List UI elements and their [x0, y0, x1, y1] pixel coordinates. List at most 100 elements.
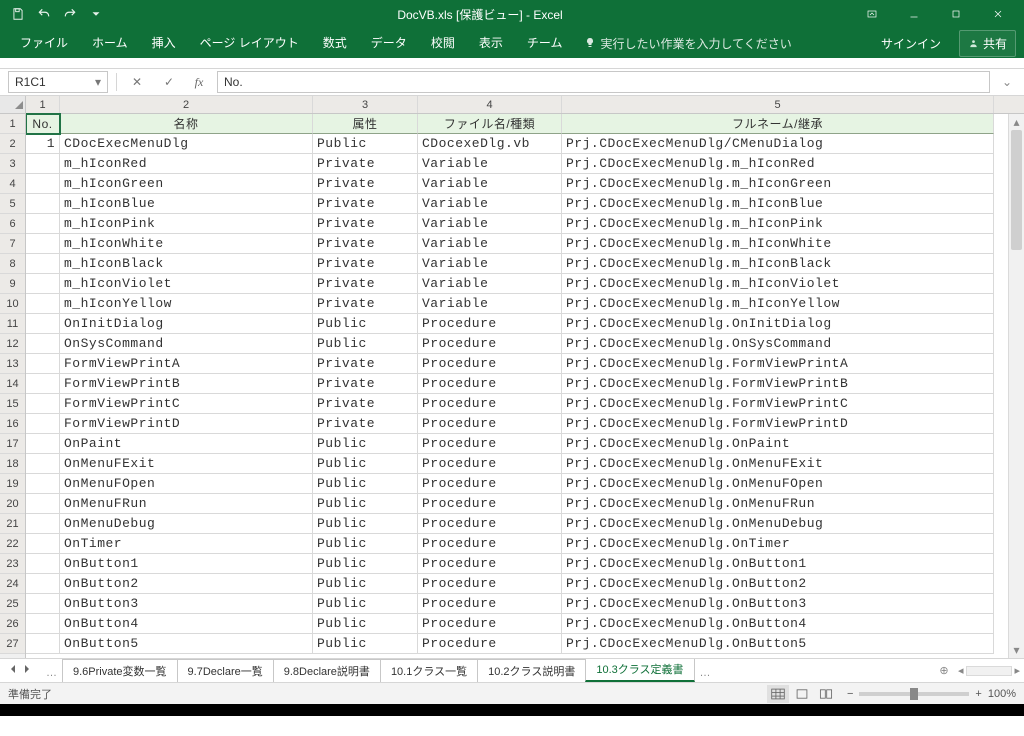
row-header[interactable]: 12: [0, 334, 25, 354]
cell[interactable]: Public: [313, 534, 418, 554]
cell[interactable]: [26, 414, 60, 434]
cell[interactable]: [26, 614, 60, 634]
cell[interactable]: [26, 634, 60, 654]
cell[interactable]: Prj.CDocExecMenuDlg.m_hIconBlack: [562, 254, 994, 274]
cell[interactable]: Variable: [418, 154, 562, 174]
row-header[interactable]: 24: [0, 574, 25, 594]
row-header[interactable]: 9: [0, 274, 25, 294]
cell[interactable]: [26, 474, 60, 494]
undo-button[interactable]: [32, 3, 56, 25]
minimize-button[interactable]: [894, 1, 934, 27]
cell[interactable]: [26, 214, 60, 234]
cell[interactable]: Procedure: [418, 514, 562, 534]
cell[interactable]: Prj.CDocExecMenuDlg/CMenuDialog: [562, 134, 994, 154]
cell[interactable]: m_hIconBlue: [60, 194, 313, 214]
cell[interactable]: Procedure: [418, 494, 562, 514]
page-break-view-button[interactable]: [815, 685, 837, 703]
cell[interactable]: Prj.CDocExecMenuDlg.OnButton4: [562, 614, 994, 634]
cell[interactable]: 1: [26, 134, 60, 154]
cell[interactable]: [26, 534, 60, 554]
row-header[interactable]: 4: [0, 174, 25, 194]
cell[interactable]: Public: [313, 474, 418, 494]
header-cell[interactable]: 属性: [313, 114, 418, 134]
row-header[interactable]: 14: [0, 374, 25, 394]
cell[interactable]: Prj.CDocExecMenuDlg.m_hIconGreen: [562, 174, 994, 194]
save-button[interactable]: [6, 3, 30, 25]
cell[interactable]: Private: [313, 274, 418, 294]
new-sheet-button[interactable]: ⊕: [934, 659, 954, 682]
cell[interactable]: OnMenuDebug: [60, 514, 313, 534]
scroll-left-icon[interactable]: ◂: [958, 664, 964, 677]
cell[interactable]: [26, 554, 60, 574]
ribbon-display-button[interactable]: [852, 1, 892, 27]
column-header[interactable]: 3: [313, 96, 418, 113]
cell[interactable]: [26, 254, 60, 274]
cell[interactable]: Public: [313, 594, 418, 614]
scroll-down-icon[interactable]: ▾: [1009, 642, 1024, 658]
cell[interactable]: [26, 194, 60, 214]
cell[interactable]: CDocExecMenuDlg: [60, 134, 313, 154]
formula-input[interactable]: No.: [217, 71, 990, 93]
sheet-tab[interactable]: 9.7Declare一覧: [177, 659, 274, 682]
row-header[interactable]: 11: [0, 314, 25, 334]
zoom-in-button[interactable]: +: [975, 688, 981, 700]
cell[interactable]: m_hIconGreen: [60, 174, 313, 194]
name-box[interactable]: R1C1 ▾: [8, 71, 108, 93]
cell[interactable]: m_hIconBlack: [60, 254, 313, 274]
cell[interactable]: Variable: [418, 194, 562, 214]
enter-formula-button[interactable]: ✓: [157, 71, 181, 93]
row-header[interactable]: 15: [0, 394, 25, 414]
scrollbar-track[interactable]: [1009, 130, 1024, 642]
sheet-tab-more-left[interactable]: …: [40, 664, 63, 682]
sheet-prev-button[interactable]: [8, 664, 18, 677]
row-header[interactable]: 17: [0, 434, 25, 454]
cell[interactable]: Private: [313, 354, 418, 374]
header-cell[interactable]: No.: [26, 114, 60, 134]
cell[interactable]: Prj.CDocExecMenuDlg.OnButton5: [562, 634, 994, 654]
cell[interactable]: OnButton3: [60, 594, 313, 614]
cell[interactable]: OnMenuFOpen: [60, 474, 313, 494]
row-header[interactable]: 6: [0, 214, 25, 234]
row-header[interactable]: 5: [0, 194, 25, 214]
cell[interactable]: FormViewPrintC: [60, 394, 313, 414]
sheet-tab[interactable]: 10.1クラス一覧: [380, 659, 478, 682]
row-header[interactable]: 3: [0, 154, 25, 174]
cancel-formula-button[interactable]: ✕: [125, 71, 149, 93]
row-header[interactable]: 16: [0, 414, 25, 434]
cell[interactable]: Private: [313, 174, 418, 194]
page-layout-view-button[interactable]: [791, 685, 813, 703]
row-header[interactable]: 19: [0, 474, 25, 494]
cell[interactable]: [26, 174, 60, 194]
column-header[interactable]: 2: [60, 96, 313, 113]
cell[interactable]: [26, 494, 60, 514]
cell[interactable]: Prj.CDocExecMenuDlg.m_hIconYellow: [562, 294, 994, 314]
row-header[interactable]: 7: [0, 234, 25, 254]
cell[interactable]: Procedure: [418, 374, 562, 394]
cell[interactable]: Procedure: [418, 474, 562, 494]
cell[interactable]: Prj.CDocExecMenuDlg.m_hIconBlue: [562, 194, 994, 214]
cell[interactable]: [26, 234, 60, 254]
zoom-slider[interactable]: [859, 692, 969, 696]
cell[interactable]: Private: [313, 414, 418, 434]
cell[interactable]: Private: [313, 194, 418, 214]
cell[interactable]: Public: [313, 334, 418, 354]
row-header[interactable]: 27: [0, 634, 25, 654]
cell[interactable]: Prj.CDocExecMenuDlg.m_hIconWhite: [562, 234, 994, 254]
cell[interactable]: Public: [313, 514, 418, 534]
scroll-up-icon[interactable]: ▴: [1009, 114, 1024, 130]
expand-formula-button[interactable]: ⌄: [998, 75, 1016, 89]
cell[interactable]: Variable: [418, 234, 562, 254]
cell[interactable]: Public: [313, 574, 418, 594]
cell[interactable]: OnMenuFRun: [60, 494, 313, 514]
ribbon-tab-3[interactable]: ページ レイアウト: [188, 28, 311, 58]
redo-button[interactable]: [58, 3, 82, 25]
cell[interactable]: CDocexeDlg.vb: [418, 134, 562, 154]
row-header[interactable]: 21: [0, 514, 25, 534]
vertical-scrollbar[interactable]: ▴ ▾: [1008, 114, 1024, 658]
cell[interactable]: Prj.CDocExecMenuDlg.FormViewPrintB: [562, 374, 994, 394]
cell[interactable]: Private: [313, 154, 418, 174]
ribbon-tab-5[interactable]: データ: [359, 28, 419, 58]
cell[interactable]: Variable: [418, 294, 562, 314]
cell[interactable]: FormViewPrintA: [60, 354, 313, 374]
cell[interactable]: [26, 514, 60, 534]
